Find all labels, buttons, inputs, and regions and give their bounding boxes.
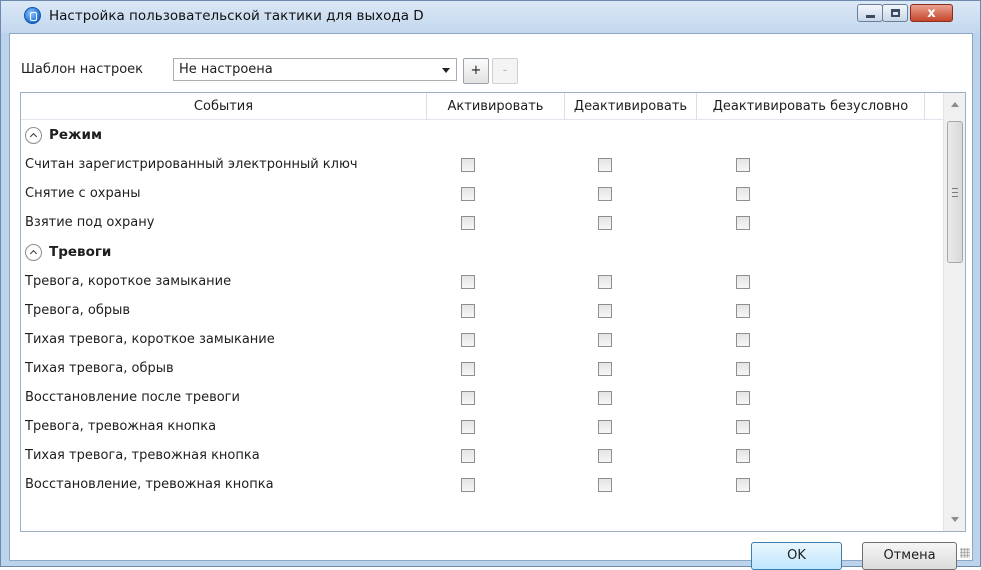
chevron-down-icon bbox=[442, 68, 450, 73]
event-label: Тихая тревога, короткое замыкание bbox=[25, 332, 275, 347]
group-header-mode: Режим bbox=[21, 121, 943, 151]
close-icon: x bbox=[927, 6, 936, 21]
group-title: Тревоги bbox=[49, 244, 112, 260]
deactivate-checkbox[interactable] bbox=[598, 158, 612, 172]
activate-checkbox[interactable] bbox=[461, 187, 475, 201]
event-label: Взятие под охрану bbox=[25, 215, 155, 230]
vertical-scrollbar[interactable] bbox=[943, 93, 965, 531]
dialog-content: Шаблон настроек Не настроена + - События… bbox=[9, 33, 973, 570]
event-label: Тревога, тревожная кнопка bbox=[25, 419, 217, 434]
deactivate-unconditional-checkbox[interactable] bbox=[736, 362, 750, 376]
deactivate-checkbox[interactable] bbox=[598, 391, 612, 405]
maximize-button[interactable] bbox=[882, 4, 908, 22]
add-template-button[interactable]: + bbox=[463, 58, 489, 84]
column-separator bbox=[924, 93, 925, 120]
chevron-up-icon[interactable] bbox=[25, 244, 42, 261]
deactivate-checkbox[interactable] bbox=[598, 304, 612, 318]
deactivate-unconditional-checkbox[interactable] bbox=[736, 391, 750, 405]
scroll-up-icon[interactable] bbox=[951, 102, 959, 107]
scrollbar-thumb[interactable] bbox=[947, 121, 963, 263]
event-label: Восстановление, тревожная кнопка bbox=[25, 477, 274, 492]
table-row: Взятие под охрану bbox=[21, 209, 943, 238]
deactivate-unconditional-checkbox[interactable] bbox=[736, 449, 750, 463]
activate-checkbox[interactable] bbox=[461, 362, 475, 376]
ok-button[interactable]: OK bbox=[751, 542, 842, 570]
deactivate-unconditional-checkbox[interactable] bbox=[736, 216, 750, 230]
activate-checkbox[interactable] bbox=[461, 449, 475, 463]
deactivate-unconditional-checkbox[interactable] bbox=[736, 275, 750, 289]
deactivate-checkbox[interactable] bbox=[598, 275, 612, 289]
table-row: Тревога, обрыв bbox=[21, 297, 943, 326]
template-selected-value: Не настроена bbox=[179, 62, 273, 77]
activate-checkbox[interactable] bbox=[461, 391, 475, 405]
template-combobox[interactable]: Не настроена bbox=[173, 58, 457, 81]
event-label: Тревога, обрыв bbox=[25, 303, 131, 318]
title-bar: Настройка пользовательской тактики для в… bbox=[1, 1, 980, 33]
deactivate-checkbox[interactable] bbox=[598, 420, 612, 434]
deactivate-unconditional-checkbox[interactable] bbox=[736, 187, 750, 201]
table-row: Тихая тревога, короткое замыкание bbox=[21, 326, 943, 355]
table-row: Снятие с охраны bbox=[21, 180, 943, 209]
dialog-window: Настройка пользовательской тактики для в… bbox=[0, 0, 981, 570]
column-header-deactivate-unconditional[interactable]: Деактивировать безусловно bbox=[697, 99, 924, 114]
table-row: Тревога, короткое замыкание bbox=[21, 268, 943, 297]
table-row: Считан зарегистрированный электронный кл… bbox=[21, 151, 943, 180]
activate-checkbox[interactable] bbox=[461, 304, 475, 318]
column-header-activate[interactable]: Активировать bbox=[427, 99, 564, 114]
activate-checkbox[interactable] bbox=[461, 478, 475, 492]
activate-checkbox[interactable] bbox=[461, 333, 475, 347]
table-row: Восстановление, тревожная кнопка bbox=[21, 471, 943, 500]
grid-header: События Активировать Деактивировать Деак… bbox=[21, 93, 943, 120]
minimize-button[interactable] bbox=[857, 4, 883, 22]
cancel-button[interactable]: Отмена bbox=[862, 542, 957, 570]
resize-grip-icon[interactable] bbox=[960, 548, 970, 558]
deactivate-checkbox[interactable] bbox=[598, 216, 612, 230]
event-label: Тревога, короткое замыкание bbox=[25, 274, 232, 289]
event-label: Восстановление после тревоги bbox=[25, 390, 240, 405]
deactivate-checkbox[interactable] bbox=[598, 333, 612, 347]
table-row: Тревога, тревожная кнопка bbox=[21, 413, 943, 442]
activate-checkbox[interactable] bbox=[461, 216, 475, 230]
column-header-deactivate[interactable]: Деактивировать bbox=[565, 99, 696, 114]
table-row: Тихая тревога, обрыв bbox=[21, 355, 943, 384]
grip-icon bbox=[952, 188, 958, 197]
window-title: Настройка пользовательской тактики для в… bbox=[49, 8, 424, 24]
column-header-events[interactable]: События bbox=[21, 99, 426, 114]
app-info-icon bbox=[24, 7, 41, 24]
deactivate-checkbox[interactable] bbox=[598, 362, 612, 376]
events-grid: События Активировать Деактивировать Деак… bbox=[20, 92, 966, 532]
group-title: Режим bbox=[49, 127, 102, 143]
remove-template-button[interactable]: - bbox=[492, 58, 518, 84]
chevron-up-icon[interactable] bbox=[25, 127, 42, 144]
activate-checkbox[interactable] bbox=[461, 420, 475, 434]
deactivate-checkbox[interactable] bbox=[598, 478, 612, 492]
deactivate-unconditional-checkbox[interactable] bbox=[736, 333, 750, 347]
deactivate-unconditional-checkbox[interactable] bbox=[736, 420, 750, 434]
event-label: Считан зарегистрированный электронный кл… bbox=[25, 157, 358, 172]
activate-checkbox[interactable] bbox=[461, 275, 475, 289]
grid-rows: Режим Считан зарегистрированный электрон… bbox=[21, 121, 943, 500]
deactivate-checkbox[interactable] bbox=[598, 449, 612, 463]
event-label: Тихая тревога, тревожная кнопка bbox=[25, 448, 260, 463]
close-button[interactable]: x bbox=[910, 4, 953, 22]
event-label: Тихая тревога, обрыв bbox=[25, 361, 174, 376]
table-row: Тихая тревога, тревожная кнопка bbox=[21, 442, 943, 471]
table-row: Восстановление после тревоги bbox=[21, 384, 943, 413]
activate-checkbox[interactable] bbox=[461, 158, 475, 172]
scroll-down-icon[interactable] bbox=[951, 517, 959, 522]
deactivate-unconditional-checkbox[interactable] bbox=[736, 158, 750, 172]
event-label: Снятие с охраны bbox=[25, 186, 141, 201]
template-label: Шаблон настроек bbox=[21, 62, 144, 77]
deactivate-unconditional-checkbox[interactable] bbox=[736, 304, 750, 318]
group-header-alarms: Тревоги bbox=[21, 238, 943, 268]
deactivate-unconditional-checkbox[interactable] bbox=[736, 478, 750, 492]
deactivate-checkbox[interactable] bbox=[598, 187, 612, 201]
